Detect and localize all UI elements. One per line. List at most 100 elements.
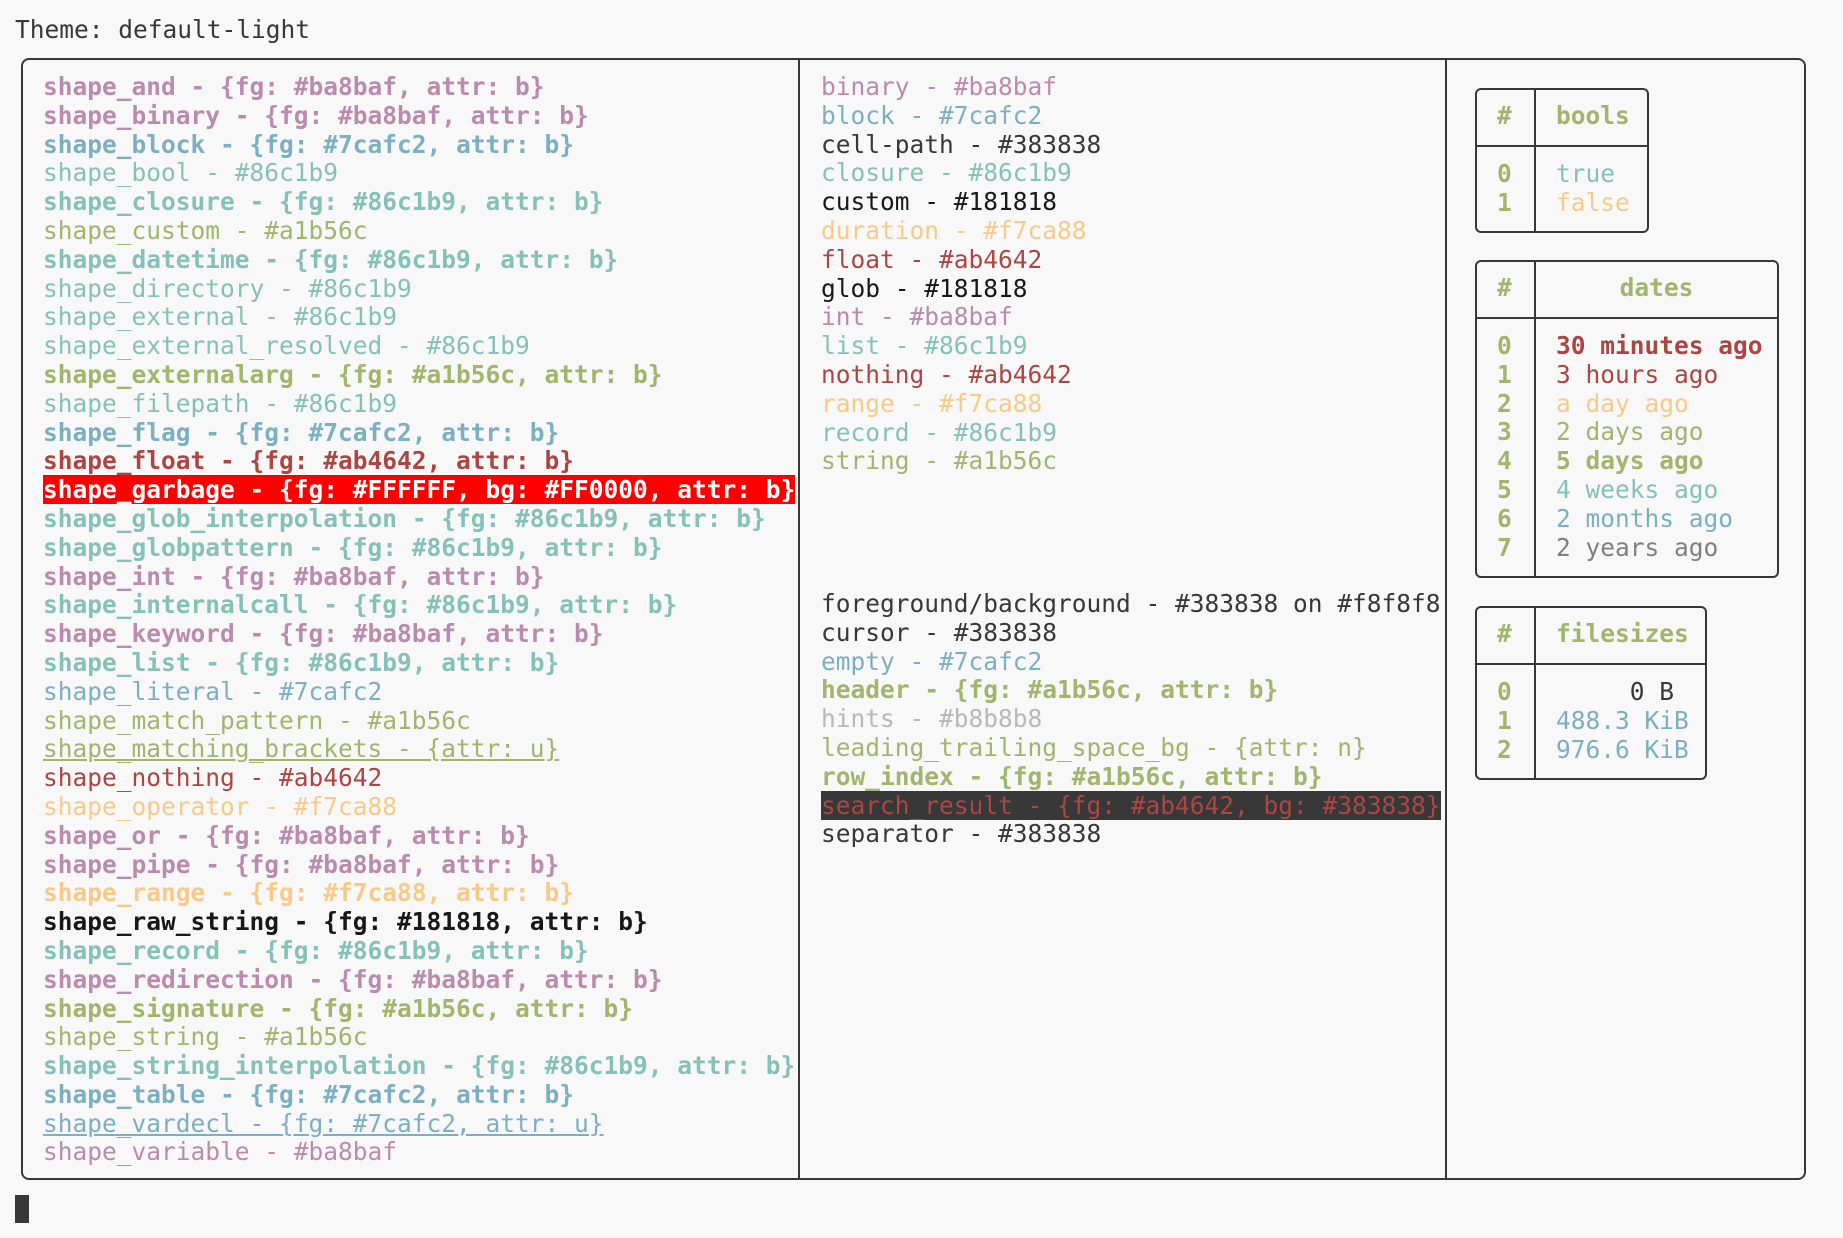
style-entry: shape_list - {fg: #86c1b9, attr: b} (43, 648, 795, 678)
style-entry-text: header - {fg: #a1b56c, attr: b} (821, 675, 1279, 705)
style-entry: float - #ab4642 (821, 244, 1101, 275)
terminal-cursor (15, 1195, 29, 1223)
style-entry: hints - #b8b8b8 (821, 704, 1441, 734)
row-index: 6 (1497, 503, 1512, 533)
ui-colors-list: foreground/background - #383838 on #f8f8… (821, 589, 1441, 849)
style-entry: shape_block - {fg: #7cafc2, attr: b} (43, 129, 795, 160)
style-entry: shape_directory - #86c1b9 (43, 274, 795, 304)
style-entry: shape_closure - {fg: #86c1b9, attr: b} (43, 187, 795, 217)
style-entry: shape_glob_interpolation - {fg: #86c1b9,… (43, 504, 795, 534)
style-entry-text: foreground/background - #383838 on #f8f8… (821, 589, 1441, 618)
style-entry: duration - #f7ca88 (821, 215, 1101, 246)
style-entry: shape_custom - #a1b56c (43, 216, 795, 246)
style-entry-text: empty - #7cafc2 (821, 646, 1043, 676)
style-entry-text: shape_redirection - {fg: #ba8baf, attr: … (43, 964, 663, 994)
style-entry: shape_flag - {fg: #7cafc2, attr: b} (43, 418, 795, 448)
style-entry-text: int - #ba8baf (821, 302, 1013, 332)
index-column: 01234567 (1497, 331, 1512, 562)
row-value: 976.6 KiB (1556, 734, 1689, 764)
style-entry-text: shape_external_resolved - #86c1b9 (43, 331, 530, 361)
index-column: 012 (1497, 677, 1512, 764)
style-entry: empty - #7cafc2 (821, 646, 1441, 677)
row-index: 0 (1497, 331, 1512, 360)
style-entry: shape_garbage - {fg: #FFFFFF, bg: #FF000… (43, 475, 796, 505)
row-index: 1 (1497, 359, 1512, 389)
header-separator (1477, 317, 1777, 319)
style-entry: nothing - #ab4642 (821, 359, 1101, 390)
index-separator (1534, 608, 1536, 778)
style-entry-text: hints - #b8b8b8 (821, 704, 1043, 734)
index-separator (1534, 90, 1536, 231)
row-index: 4 (1497, 446, 1512, 476)
style-entry-text: shape_signature - {fg: #a1b56c, attr: b} (43, 993, 634, 1023)
shape-styles-list: shape_and - {fg: #ba8baf, attr: b} shape_… (43, 72, 796, 1167)
header-separator (1477, 145, 1647, 147)
value-column: 30 minutes ago 3 hours ago a day ago 2 days… (1556, 331, 1763, 562)
style-entry: shape_externalarg - {fg: #a1b56c, attr: … (43, 359, 795, 390)
style-entry-text: block - #7cafc2 (821, 100, 1043, 130)
bools-header: bools (1556, 101, 1630, 130)
style-entry: shape_float - {fg: #ab4642, attr: b} (43, 446, 795, 476)
style-entry: shape_bool - #86c1b9 (43, 158, 795, 188)
style-entry: shape_matching_brackets - {attr: u} (43, 734, 795, 764)
style-entry-text: shape_match_pattern - #a1b56c (43, 705, 471, 735)
style-entry: shape_match_pattern - #a1b56c (43, 705, 795, 736)
dates-header: dates (1619, 273, 1694, 302)
style-entry-text: shape_closure - {fg: #86c1b9, attr: b} (43, 187, 604, 217)
style-entry: closure - #86c1b9 (821, 158, 1101, 188)
row-index: 7 (1497, 532, 1512, 562)
style-entry-text: shape_keyword - {fg: #ba8baf, attr: b} (43, 619, 604, 649)
value-column: true false (1556, 159, 1630, 218)
style-entry-text: cursor - #383838 (821, 617, 1058, 647)
style-entry: shape_pipe - {fg: #ba8baf, attr: b} (43, 850, 795, 880)
style-entry-text: shape_bool - #86c1b9 (43, 158, 339, 188)
style-entry-text: shape_globpattern - {fg: #86c1b9, attr: … (43, 532, 663, 562)
row-value: 2 months ago (1556, 503, 1734, 533)
style-entry-text: shape_internalcall - {fg: #86c1b9, attr:… (43, 590, 678, 620)
filesizes-header: filesizes (1556, 619, 1689, 648)
style-entry-text: shape_externalarg - {fg: #a1b56c, attr: … (43, 359, 663, 389)
style-entry-text: shape_operator - #f7ca88 (43, 791, 398, 821)
column-separator (798, 59, 800, 1179)
style-entry-text: nothing - #ab4642 (821, 359, 1072, 389)
type-colors-list: binary - #ba8baf block - #7cafc2 cell-path… (821, 72, 1102, 476)
style-entry-text: cell-path - #383838 (821, 129, 1102, 159)
style-entry: glob - #181818 (821, 273, 1101, 304)
style-entry: shape_and - {fg: #ba8baf, attr: b} (43, 72, 795, 102)
style-entry-text: shape_vardecl - {fg: #7cafc2, attr: u} (43, 1108, 604, 1138)
style-entry: shape_vardecl - {fg: #7cafc2, attr: u} (43, 1108, 795, 1139)
style-entry-text: shape_binary - {fg: #ba8baf, attr: b} (43, 100, 589, 130)
style-entry: shape_int - {fg: #ba8baf, attr: b} (43, 562, 795, 592)
style-entry: shape_table - {fg: #7cafc2, attr: b} (43, 1080, 795, 1110)
style-entry: list - #86c1b9 (821, 331, 1101, 361)
style-entry: range - #f7ca88 (821, 389, 1101, 419)
row-value: 2 days ago (1556, 417, 1704, 447)
style-entry-text: shape_filepath - #86c1b9 (43, 388, 398, 418)
value-column: 0 B 488.3 KiB 976.6 KiB (1556, 677, 1689, 764)
style-entry-text: shape_or - {fg: #ba8baf, attr: b} (43, 820, 530, 850)
style-entry-text: glob - #181818 (821, 273, 1028, 303)
style-entry: leading_trailing_space_bg - {attr: n} (821, 733, 1441, 763)
style-entry-text: float - #ab4642 (821, 244, 1043, 274)
row-index: 0 (1497, 677, 1512, 706)
style-entry-text: duration - #f7ca88 (821, 215, 1087, 245)
style-entry-text: shape_float - {fg: #ab4642, attr: b} (43, 446, 575, 476)
row-value: 2 years ago (1556, 532, 1719, 562)
row-value: 3 hours ago (1556, 359, 1719, 389)
row-index: 2 (1497, 734, 1512, 764)
row-value: false (1556, 187, 1630, 217)
style-entry: custom - #181818 (821, 187, 1101, 217)
style-entry: shape_raw_string - {fg: #181818, attr: b… (43, 907, 795, 937)
row-value: true (1556, 159, 1616, 188)
style-entry: shape_filepath - #86c1b9 (43, 388, 795, 419)
row-value: 0 B (1556, 677, 1675, 706)
style-entry-text: shape_external - #86c1b9 (43, 302, 398, 332)
style-entry-text: shape_datetime - {fg: #86c1b9, attr: b} (43, 244, 619, 274)
style-entry: int - #ba8baf (821, 302, 1101, 332)
filesizes-table: # filesizes 012 0 B 488.3 KiB 976.6 KiB (1475, 606, 1707, 780)
style-entry: shape_datetime - {fg: #86c1b9, attr: b} (43, 244, 795, 275)
row-value: 30 minutes ago (1556, 331, 1763, 360)
style-entry: binary - #ba8baf (821, 72, 1101, 102)
style-entry-text: shape_block - {fg: #7cafc2, attr: b} (43, 129, 575, 159)
style-entry: header - {fg: #a1b56c, attr: b} (821, 675, 1441, 705)
